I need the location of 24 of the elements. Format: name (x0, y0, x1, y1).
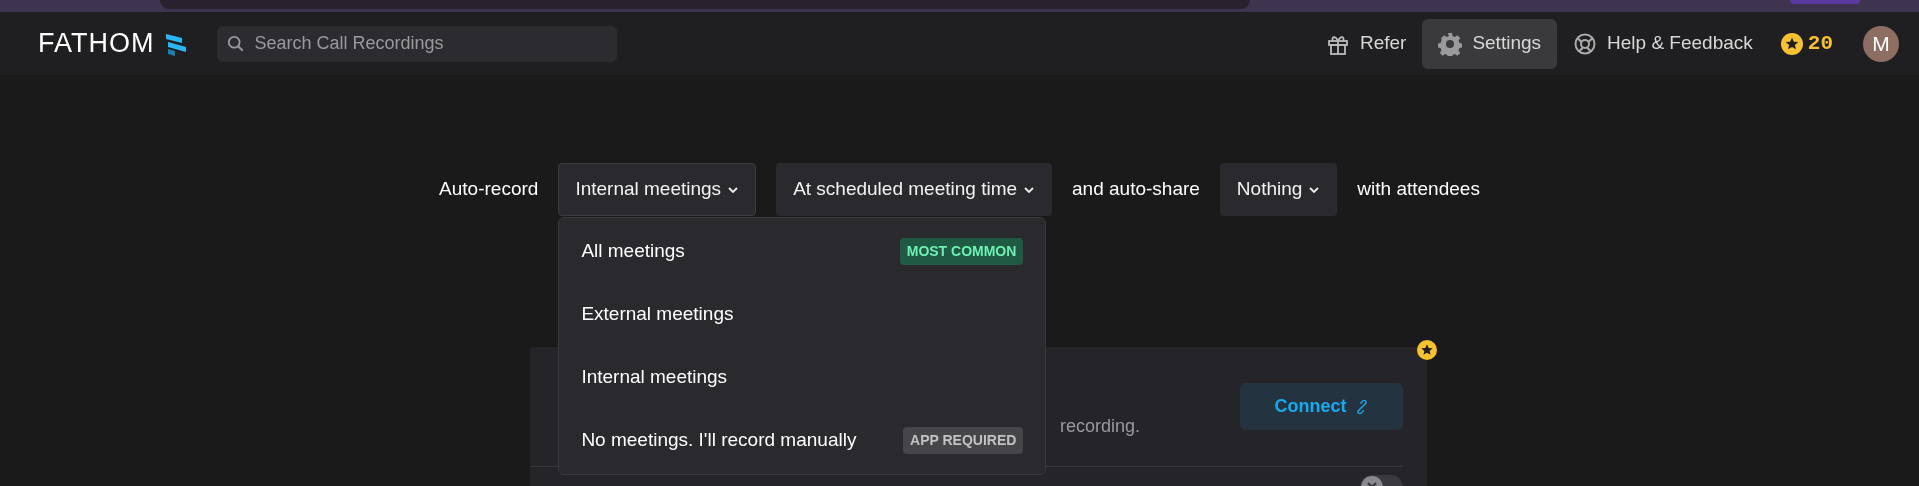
settings-icon (1438, 31, 1463, 56)
menu-item[interactable]: External meetings (559, 283, 1046, 346)
rule-text: with attendees (1357, 177, 1480, 202)
lifebuoy-icon (1573, 31, 1598, 56)
menu-item[interactable]: Internal meetings (559, 346, 1046, 409)
search-field[interactable]: Search Call Recordings (216, 25, 617, 62)
dropdown-button[interactable]: Internal meetings (558, 163, 757, 216)
rule-text: and auto-share (1072, 177, 1200, 202)
nav-link[interactable]: Settings (1422, 18, 1558, 69)
nav-link[interactable]: Refer (1309, 18, 1423, 69)
description-text: recording. (1060, 415, 1141, 438)
menu-item[interactable]: No meetings. I'll record manually APP REQUIRED (559, 409, 1046, 472)
avatar[interactable]: M (1863, 25, 1899, 62)
points-count: 20 (1807, 30, 1833, 57)
link-icon (1354, 399, 1369, 414)
logo-text: FATHOM (38, 27, 155, 61)
rule-text: Auto-record (439, 177, 539, 202)
dropdown-button[interactable]: Nothing (1219, 163, 1338, 216)
tag: MOST COMMON (899, 238, 1024, 265)
menu-item[interactable]: All meetings MOST COMMON (559, 220, 1046, 283)
tag: APP REQUIRED (903, 427, 1024, 454)
dropdown-button[interactable]: At scheduled meeting time (776, 163, 1053, 216)
connect-button[interactable]: Connect (1240, 383, 1403, 430)
nav-link[interactable]: Help & Feedback (1557, 18, 1769, 69)
